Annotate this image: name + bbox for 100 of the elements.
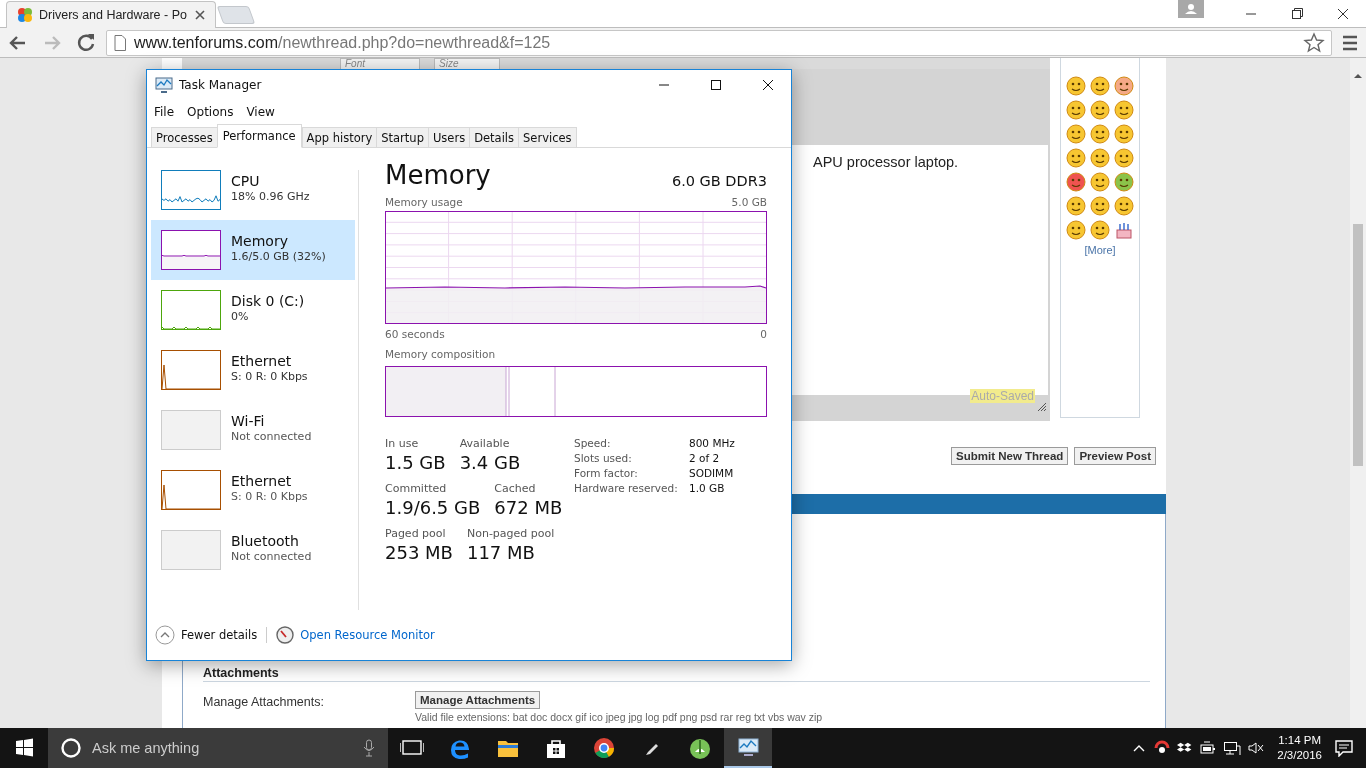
submit-button[interactable]: Submit New Thread — [951, 447, 1069, 465]
smiley-icon[interactable] — [1066, 100, 1086, 120]
android-icon — [688, 736, 712, 760]
clock[interactable]: 1:14 PM 2/3/2016 — [1277, 733, 1322, 763]
resource-item[interactable]: Ethernet S: 0 R: 0 Kbps — [151, 460, 355, 520]
resource-item[interactable]: Memory 1.6/5.0 GB (32%) — [151, 220, 355, 280]
stat-label: Paged pool — [385, 527, 447, 540]
stat-value: 253 MB — [385, 541, 453, 565]
detail-label: Form factor: — [574, 467, 639, 479]
smiley-icon[interactable] — [1090, 196, 1110, 216]
resize-grip-icon — [1037, 402, 1047, 412]
tab[interactable]: App history — [301, 127, 377, 148]
notifications-icon[interactable] — [1334, 739, 1354, 757]
memory-spec: 6.0 GB DDR3 — [671, 173, 767, 191]
file-extensions-note: Valid file extensions: bat doc docx gif ico jpeg jpg log pdf png psd rar reg txt vbs wav zip — [415, 711, 823, 723]
smiley-icon[interactable] — [1114, 124, 1134, 144]
detail-label: Hardware reserved: — [574, 482, 679, 494]
stat-label: Cached — [494, 482, 537, 495]
stat-value: 3.4 GB — [459, 451, 521, 475]
smiley-icon[interactable] — [1090, 172, 1110, 192]
axis-label: 60 seconds — [385, 328, 445, 340]
smiley-icon[interactable] — [1114, 148, 1134, 168]
field-label: Manage Attachments: — [203, 694, 325, 711]
stat-value: 672 MB — [494, 496, 563, 520]
smiley-icon[interactable] — [1066, 196, 1086, 216]
auto-saved-label: Auto-Saved — [970, 389, 1035, 403]
stat-label: Committed — [385, 482, 448, 495]
smiley-icon[interactable] — [1090, 220, 1110, 240]
detail-value: 2 of 2 — [689, 452, 721, 464]
smiley-icon[interactable] — [1090, 148, 1110, 168]
smiley-icon[interactable] — [1066, 124, 1086, 144]
collapse-icon[interactable] — [155, 625, 175, 645]
stat-value: 1.9/6.5 GB — [385, 496, 481, 520]
tab[interactable]: Services — [518, 127, 577, 148]
network-icon[interactable] — [1223, 740, 1242, 756]
gauge-icon — [276, 626, 295, 644]
tab[interactable]: Processes — [151, 127, 217, 148]
smiley-icon[interactable] — [1066, 76, 1086, 96]
detail-label: Speed: — [574, 437, 612, 449]
tab[interactable]: Performance — [216, 124, 302, 148]
detail-value: SODIMM — [689, 467, 735, 479]
address-field[interactable]: www.tenforums.com/newthread.php?do=newthread&f=125 — [106, 29, 1332, 56]
empty-graph — [161, 530, 221, 570]
search-field[interactable]: Ask me anything — [48, 728, 388, 768]
smiley-icon[interactable] — [1114, 76, 1134, 96]
preview-button[interactable]: Preview Post — [1074, 447, 1156, 465]
page-icon — [114, 34, 126, 51]
resource-item[interactable]: CPU 18% 0.96 GHz — [151, 160, 355, 220]
smiley-icon[interactable] — [1090, 100, 1110, 120]
smiley-icon[interactable] — [1066, 148, 1086, 168]
browser-tab[interactable]: Drivers and Hardware - Po — [6, 1, 216, 28]
tab[interactable]: Users — [427, 127, 470, 148]
empty-graph — [161, 410, 221, 450]
axis-label: 0 — [760, 328, 767, 340]
detail-value: 1.0 GB — [689, 482, 726, 494]
microphone-icon — [362, 739, 376, 757]
message-text: APU processor laptop. — [813, 154, 959, 170]
detail-value: 800 MHz — [689, 437, 735, 449]
more-link[interactable]: [More] — [1084, 244, 1116, 256]
graph-max-label: 5.0 GB — [731, 196, 767, 208]
stat-label: In use — [385, 437, 420, 450]
resource-item[interactable]: Disk 0 (C:) 0% — [151, 280, 355, 340]
smiley-icon[interactable] — [1114, 196, 1134, 216]
monitor-graph-icon — [736, 735, 760, 759]
monitor-graph-icon — [155, 77, 173, 93]
resource-item[interactable]: Wi-Fi Not connected — [151, 400, 355, 460]
battery-icon[interactable] — [1199, 740, 1218, 756]
cortana-circle-icon — [60, 737, 82, 759]
resource-item[interactable]: Bluetooth Not connected — [151, 520, 355, 580]
tab[interactable]: Startup — [376, 127, 428, 148]
manage-attachments-button[interactable]: Manage Attachments — [415, 691, 541, 709]
detail-label: Slots used: — [574, 452, 633, 464]
smiley-icon[interactable] — [1066, 172, 1086, 192]
fewer-details-button[interactable]: Fewer details — [181, 628, 258, 642]
stat-label: Non-paged pool — [466, 527, 555, 540]
resource-monitor-link[interactable]: Open Resource Monitor — [300, 628, 435, 642]
speaker-muted-icon[interactable] — [1247, 740, 1266, 756]
chrome-ball-icon — [592, 736, 616, 760]
menu-item[interactable]: View — [246, 105, 275, 119]
resource-item[interactable]: Ethernet S: 0 R: 0 Kbps — [151, 340, 355, 400]
bookmark-star-icon[interactable] — [1303, 31, 1325, 54]
site-icon — [17, 7, 33, 23]
smiley-icon[interactable] — [1090, 124, 1110, 144]
scrollbar[interactable] — [1350, 58, 1366, 728]
smiley-icon[interactable] — [1114, 172, 1134, 192]
smiley-icon[interactable] — [1066, 220, 1086, 240]
smiley-icon[interactable] — [1090, 76, 1110, 96]
window-title: Task Manager — [179, 78, 262, 92]
taskbar-app[interactable] — [724, 728, 772, 768]
section-heading: Attachments — [203, 666, 1150, 682]
close-icon[interactable] — [195, 10, 205, 20]
menu-item[interactable]: File — [154, 105, 175, 119]
graph-label: Memory composition — [385, 348, 496, 360]
smiley-icon[interactable] — [1114, 100, 1134, 120]
menu-item[interactable]: Options — [187, 105, 234, 119]
scrollbar-thumb[interactable] — [1353, 224, 1363, 466]
stat-label: Available — [459, 437, 511, 450]
stat-value: 117 MB — [466, 541, 536, 565]
stat-value: 1.5 GB — [385, 451, 446, 475]
tab[interactable]: Details — [469, 127, 519, 148]
